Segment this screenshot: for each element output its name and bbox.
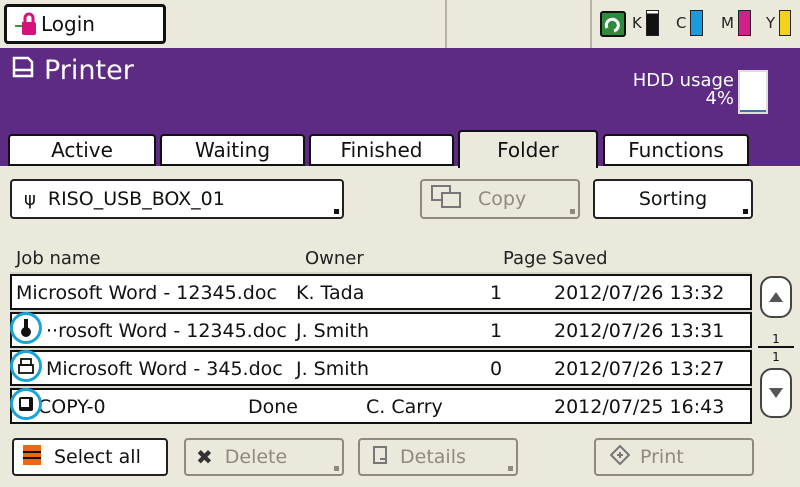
login-button[interactable]: Login	[4, 4, 166, 44]
scroll-up-button[interactable]	[760, 276, 792, 318]
scroll-down-button[interactable]	[760, 368, 792, 418]
document-icon	[372, 445, 388, 470]
table-row[interactable]: ··rosoft Word - 12345.doc J. Smith 1 201…	[10, 312, 752, 348]
printer-icon	[10, 54, 36, 87]
top-bar: Login K C M Y	[0, 0, 800, 48]
usb-icon: ψ	[24, 188, 36, 210]
folder-select[interactable]: ψ RISO_USB_BOX_01	[10, 179, 344, 219]
delete-button[interactable]: ✖ Delete	[184, 438, 344, 476]
tab-finished[interactable]: Finished	[309, 134, 454, 166]
sorting-button[interactable]: Sorting	[593, 179, 753, 219]
ink-c: C	[676, 10, 704, 36]
column-page: Page	[503, 248, 547, 269]
column-owner: Owner	[305, 248, 364, 269]
tab-waiting[interactable]: Waiting	[160, 134, 305, 166]
tab-functions[interactable]: Functions	[603, 134, 749, 166]
key-icon	[10, 312, 42, 344]
print-button[interactable]: Print	[594, 438, 754, 476]
details-button[interactable]: Details	[358, 438, 518, 476]
table-row[interactable]: Microsoft Word - 345.doc J. Smith 0 2012…	[10, 350, 752, 386]
copy-document-icon	[10, 388, 42, 420]
ink-y: Y	[766, 10, 792, 36]
ink-status-icon	[600, 11, 626, 37]
ink-k: K	[632, 10, 659, 36]
copy-icon	[430, 183, 464, 216]
table-row[interactable]: COPY-0 Done C. Carry 2012/07/25 16:43	[10, 388, 752, 424]
hdd-usage-bar	[738, 70, 768, 114]
ink-m: M	[721, 10, 751, 36]
table-row[interactable]: Microsoft Word - 12345.doc K. Tada 1 201…	[10, 274, 752, 310]
divider	[445, 0, 447, 48]
close-icon: ✖	[196, 445, 213, 469]
list-icon	[22, 444, 42, 471]
lock-icon	[13, 11, 37, 37]
stacked-document-icon	[10, 350, 42, 382]
divider	[590, 0, 592, 48]
column-job-name: Job name	[16, 248, 101, 269]
column-saved: Saved	[552, 248, 608, 269]
tab-active[interactable]: Active	[8, 134, 156, 166]
page-indicator-bottom: 1	[772, 350, 780, 364]
divider	[758, 346, 794, 348]
page-indicator-top: 1	[772, 332, 780, 346]
copy-button[interactable]: Copy	[420, 179, 580, 219]
select-all-button[interactable]: Select all	[12, 438, 168, 476]
login-label: Login	[41, 12, 95, 36]
print-icon	[609, 444, 631, 470]
page-title: Printer	[10, 54, 134, 87]
hdd-usage: HDD usage 4%	[632, 70, 734, 109]
header: Printer HDD usage 4% Active Waiting Fini…	[0, 48, 800, 168]
tab-folder[interactable]: Folder	[458, 130, 598, 168]
